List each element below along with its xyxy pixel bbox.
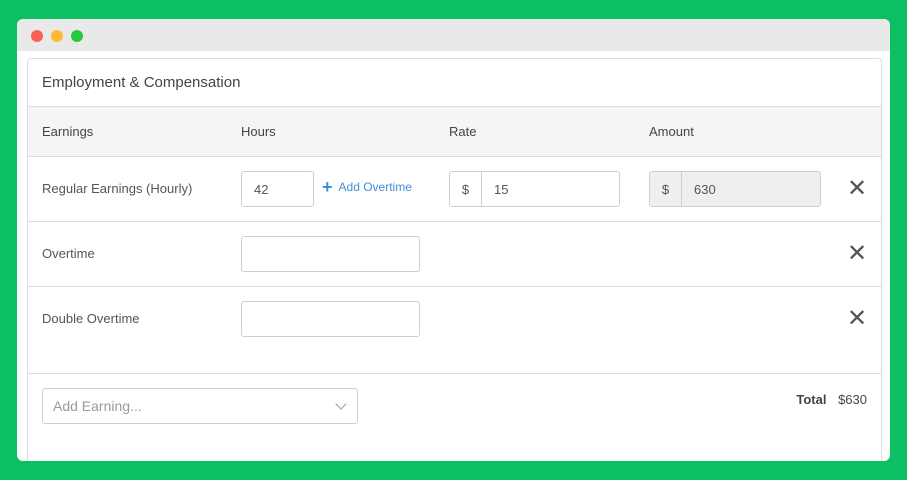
header-earnings: Earnings	[42, 124, 94, 139]
plus-icon: +	[322, 177, 333, 197]
close-window-button[interactable]	[31, 30, 43, 42]
amount-value: 630	[694, 181, 716, 197]
panel-title: Employment & Compensation	[28, 59, 881, 107]
amount-field: $ 630	[649, 171, 821, 207]
earning-label: Double Overtime	[42, 311, 140, 326]
add-overtime-link[interactable]: + Add Overtime	[322, 177, 412, 197]
total-value: $630	[838, 392, 867, 407]
app-window: Employment & Compensation Earnings Hours…	[17, 19, 890, 461]
close-icon[interactable]: ✕	[847, 242, 867, 266]
hours-input[interactable]: 42	[241, 171, 314, 207]
table-row: Regular Earnings (Hourly) 42 + Add Overt…	[28, 157, 881, 222]
close-icon[interactable]: ✕	[847, 177, 867, 201]
table-row: Overtime ✕	[28, 222, 881, 287]
window-titlebar	[17, 19, 890, 51]
header-rate: Rate	[449, 124, 477, 139]
minimize-window-button[interactable]	[51, 30, 63, 42]
add-earning-placeholder: Add Earning...	[53, 398, 142, 414]
table-header: Earnings Hours Rate Amount	[28, 107, 881, 157]
rate-input[interactable]: $ 15	[449, 171, 620, 207]
header-hours: Hours	[241, 124, 276, 139]
add-overtime-label: Add Overtime	[338, 180, 412, 194]
maximize-window-button[interactable]	[71, 30, 83, 42]
total-summary: Total $630	[796, 392, 867, 407]
currency-prefix: $	[450, 172, 482, 206]
chevron-down-icon	[335, 398, 347, 410]
panel-footer: Add Earning... Total $630	[28, 373, 881, 461]
hours-input[interactable]	[241, 236, 420, 272]
header-amount: Amount	[649, 124, 694, 139]
earning-label: Regular Earnings (Hourly)	[42, 181, 193, 196]
currency-prefix: $	[650, 172, 682, 206]
table-row: Double Overtime ✕	[28, 287, 881, 352]
earning-label: Overtime	[42, 246, 95, 261]
total-label: Total	[796, 392, 827, 407]
hours-input[interactable]	[241, 301, 420, 337]
close-icon[interactable]: ✕	[847, 307, 867, 331]
compensation-panel: Employment & Compensation Earnings Hours…	[27, 58, 882, 461]
add-earning-select[interactable]: Add Earning...	[42, 388, 358, 424]
rate-value: 15	[494, 181, 509, 197]
